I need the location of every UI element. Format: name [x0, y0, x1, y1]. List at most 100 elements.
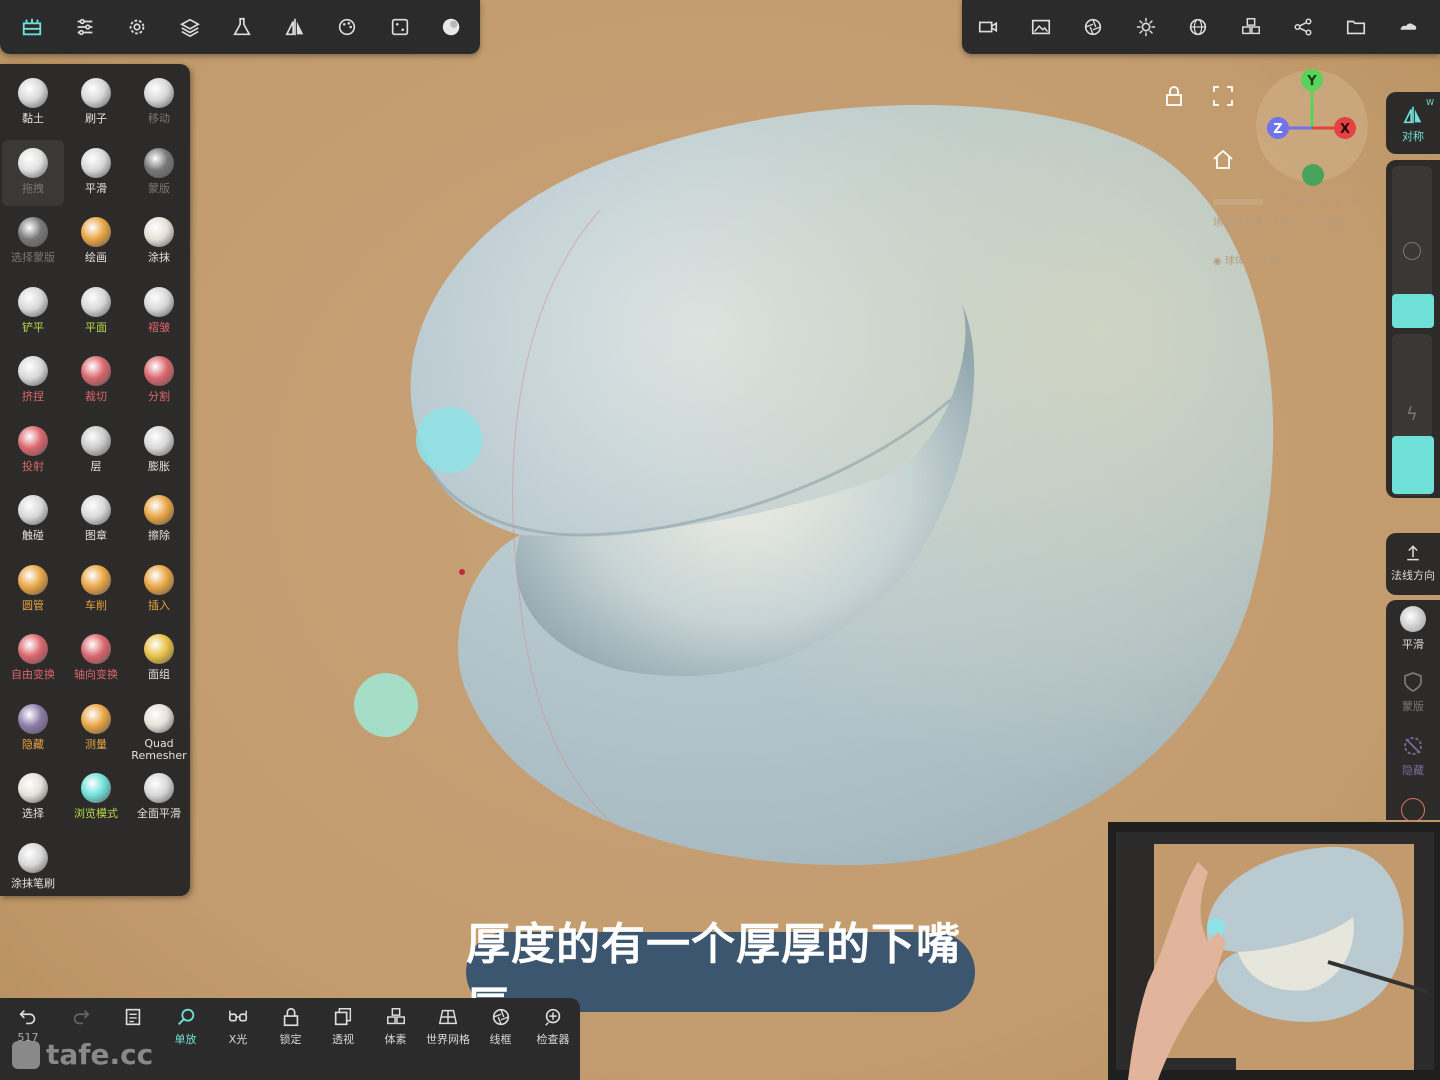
tool-button[interactable]: 刷子 — [65, 70, 127, 136]
tool-button[interactable]: 测量 — [65, 696, 127, 762]
home-icon[interactable] — [1211, 148, 1235, 172]
tool-button[interactable]: 褶皱 — [128, 279, 190, 345]
tool-button[interactable]: 涂抹笔刷 — [2, 835, 64, 901]
lock-button[interactable]: 锁定 — [265, 1006, 317, 1056]
layers-icon[interactable] — [164, 0, 217, 54]
tool-button[interactable]: 铲平 — [2, 279, 64, 345]
tool-button[interactable]: 面组 — [128, 626, 190, 692]
quick-hide-label: 隐藏 — [1402, 764, 1424, 777]
vertices-stat: 场景顶点数：6640 · ⊘ 7486 — [1213, 218, 1345, 229]
search-button[interactable]: 单放 — [160, 1006, 212, 1056]
wireframe-button[interactable]: 线框 — [475, 1006, 527, 1056]
fullscreen-icon[interactable] — [1211, 84, 1235, 108]
tool-icon — [18, 356, 48, 386]
normal-direction-button[interactable]: 法线方向 — [1386, 533, 1440, 595]
tool-button[interactable]: 分割 — [128, 348, 190, 414]
tool-button[interactable]: 黏土 — [2, 70, 64, 136]
tool-button[interactable]: 裁切 — [65, 348, 127, 414]
gear-icon[interactable] — [111, 0, 164, 54]
cloud-icon[interactable] — [1382, 0, 1435, 54]
tool-button[interactable]: 隐藏 — [2, 696, 64, 762]
quick-mask-button[interactable]: 蒙版 — [1386, 670, 1440, 726]
radius-slider[interactable] — [1392, 166, 1434, 328]
tool-button[interactable]: 触碰 — [2, 487, 64, 553]
grid-sphere-icon[interactable] — [1172, 0, 1225, 54]
tool-button[interactable]: 涂抹 — [128, 209, 190, 275]
tool-icon — [18, 147, 48, 178]
radius-slider-fill — [1392, 294, 1434, 328]
xray-glasses-button[interactable]: X光 — [212, 1006, 264, 1056]
flask-icon[interactable] — [216, 0, 269, 54]
tool-icon — [81, 147, 111, 178]
settings-sliders-icon[interactable] — [59, 0, 112, 54]
tool-icon — [18, 78, 48, 108]
axis-transform-icon[interactable] — [1401, 798, 1425, 822]
folder-icon[interactable] — [1330, 0, 1383, 54]
tool-icon — [81, 78, 111, 108]
palette-icon[interactable] — [321, 0, 374, 54]
inspector-button[interactable]: 检查器 — [527, 1006, 579, 1056]
lock-icon[interactable] — [1162, 84, 1186, 108]
tool-label: 自由变换 — [11, 668, 55, 681]
tool-icon — [18, 217, 48, 247]
tool-icon — [144, 217, 174, 247]
tool-icon — [18, 495, 48, 525]
image-icon[interactable] — [1015, 0, 1068, 54]
scene-icon[interactable] — [6, 0, 59, 54]
axis-gizmo[interactable]: Y X Z — [1252, 66, 1372, 190]
mask-shield-icon — [1404, 672, 1422, 693]
tool-button[interactable]: 平滑 — [65, 140, 127, 206]
tool-button[interactable]: 图章 — [65, 487, 127, 553]
tool-label: 轴向变换 — [74, 668, 118, 681]
tool-button[interactable]: 蒙版 — [128, 140, 190, 206]
tool-button[interactable]: 选择 — [2, 765, 64, 831]
tool-button[interactable]: 自由变换 — [2, 626, 64, 692]
tool-icon — [18, 634, 48, 664]
perspective-icon — [334, 1008, 352, 1026]
tool-button[interactable]: 擦除 — [128, 487, 190, 553]
tool-button[interactable]: 绘画 — [65, 209, 127, 275]
tool-button[interactable]: 层 — [65, 418, 127, 484]
tool-button[interactable]: 车削 — [65, 557, 127, 623]
tool-button[interactable]: 移动 — [128, 70, 190, 136]
aperture-icon[interactable] — [1067, 0, 1120, 54]
tool-icon — [18, 564, 48, 595]
tool-button[interactable]: Quad Remesher — [128, 696, 190, 762]
symmetry-button[interactable]: 对称 W — [1386, 92, 1440, 154]
tool-icon — [144, 703, 174, 733]
tool-button[interactable]: 圆管 — [2, 557, 64, 623]
perspective-button[interactable]: 透视 — [317, 1006, 369, 1056]
redo-icon — [73, 1009, 90, 1025]
quick-smooth-button[interactable]: 平滑 — [1386, 606, 1440, 662]
tool-button[interactable]: 全面平滑 — [128, 765, 190, 831]
tool-label: 裁切 — [85, 390, 107, 403]
voxel-button[interactable]: 体素 — [370, 1006, 422, 1056]
tool-button[interactable]: 浏览模式 — [65, 765, 127, 831]
tool-button[interactable]: 轴向变换 — [65, 626, 127, 692]
tool-label: 车削 — [85, 598, 107, 612]
world-grid-button[interactable]: 世界网格 — [422, 1006, 474, 1056]
tool-button[interactable]: 选择蒙版 — [2, 209, 64, 275]
dice-icon[interactable] — [374, 0, 427, 54]
tool-button[interactable]: 膨胀 — [128, 418, 190, 484]
quick-hide-button[interactable]: 隐藏 — [1386, 734, 1440, 790]
tool-label: 刷子 — [85, 112, 107, 125]
tool-icon — [81, 425, 111, 456]
intensity-slider[interactable]: ϟ — [1392, 334, 1434, 496]
tool-icon — [18, 425, 48, 456]
inspector-icon — [545, 1008, 561, 1026]
voxel-icon[interactable] — [1225, 0, 1278, 54]
tool-label: 插入 — [148, 598, 170, 612]
camera-icon[interactable] — [962, 0, 1015, 54]
tool-button[interactable]: 挤捏 — [2, 348, 64, 414]
tool-button[interactable]: 拖拽 — [2, 139, 64, 206]
tool-button[interactable]: 插入 — [128, 557, 190, 623]
tool-button[interactable]: 平面 — [65, 279, 127, 345]
symmetry-icon[interactable] — [269, 0, 322, 54]
bottom-button-label: 透视 — [332, 1033, 354, 1046]
matcap-sphere-icon[interactable] — [426, 0, 479, 54]
memory-text: 325 MB / 16.4 GB — [1271, 197, 1359, 208]
tool-button[interactable]: 投射 — [2, 418, 64, 484]
sun-icon[interactable] — [1120, 0, 1173, 54]
share-icon[interactable] — [1277, 0, 1330, 54]
